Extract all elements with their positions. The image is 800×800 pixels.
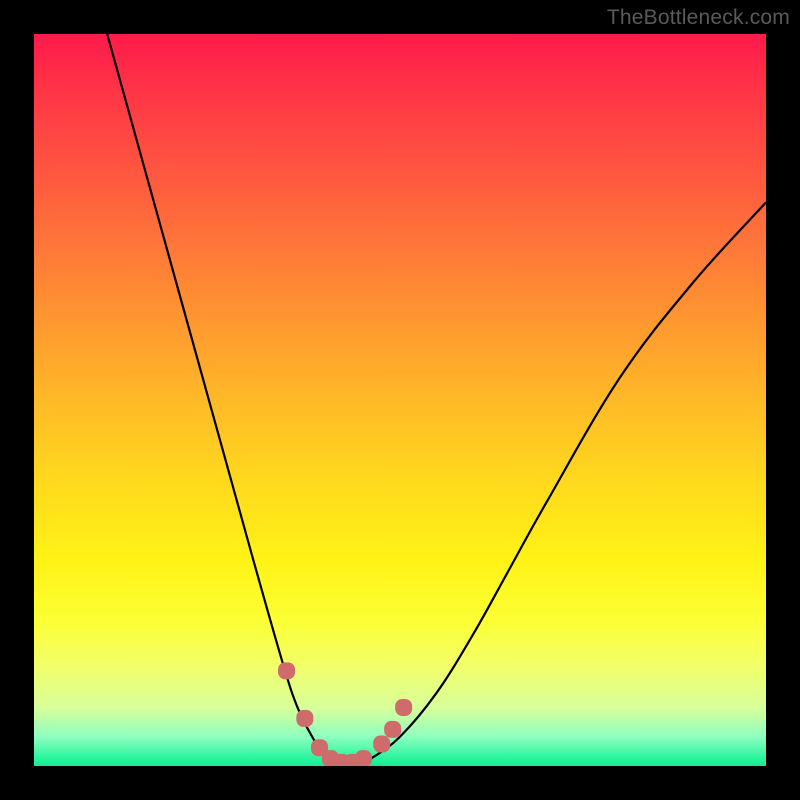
marker-point [278,662,295,679]
marker-point [355,750,372,766]
marker-point [373,736,390,753]
bottleneck-curve [107,34,766,766]
plot-area [34,34,766,766]
marker-point [296,710,313,727]
optimal-markers [278,662,412,766]
marker-point [395,699,412,716]
chart-frame: TheBottleneck.com [0,0,800,800]
chart-svg [34,34,766,766]
watermark-text: TheBottleneck.com [607,6,790,30]
marker-point [384,721,401,738]
curve-line [107,34,766,766]
